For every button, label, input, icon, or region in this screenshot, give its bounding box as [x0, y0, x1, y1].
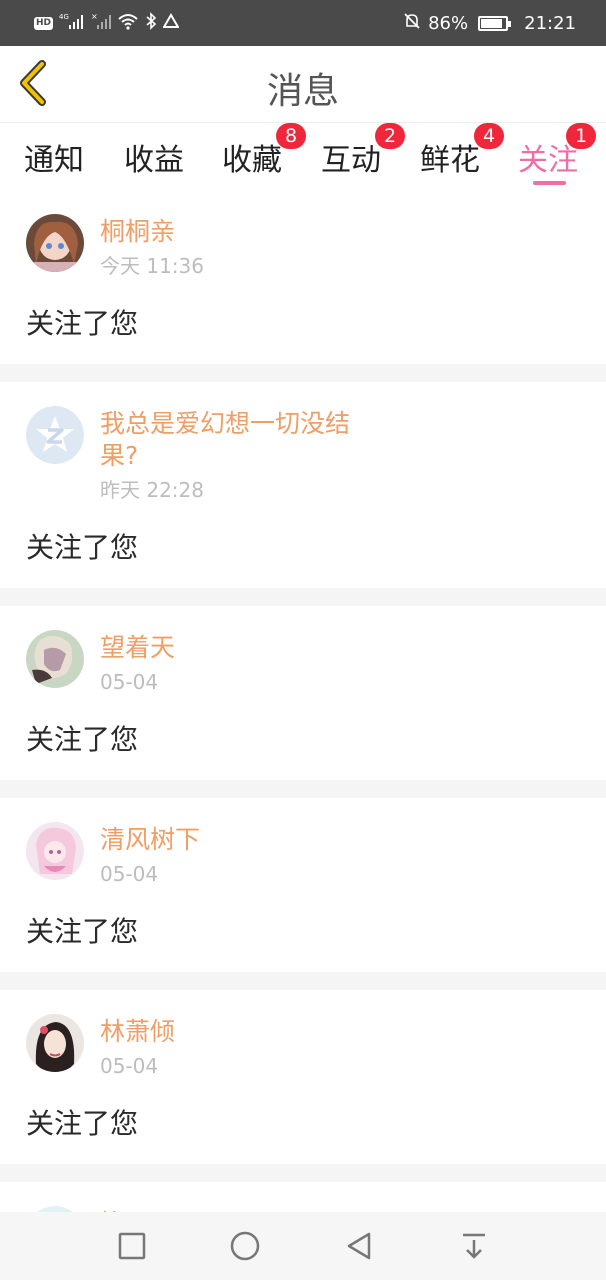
- avatar[interactable]: [26, 214, 84, 272]
- navigation-triangle-icon: [162, 13, 180, 33]
- avatar[interactable]: [26, 630, 84, 688]
- battery-fill: [481, 18, 502, 28]
- status-left: HD 4G ×: [34, 12, 180, 34]
- active-tab-indicator: [533, 181, 566, 185]
- tab-bar: 通知 收益 收藏 8 互动 2 鲜花 4 关注 1: [0, 122, 606, 190]
- timestamp: 05-04: [100, 862, 159, 886]
- list-item[interactable]: 林萧倾 05-04 关注了您: [0, 990, 606, 1164]
- tab-badge: 4: [474, 123, 504, 149]
- list-item[interactable]: 望着天 05-04 关注了您: [0, 606, 606, 780]
- system-nav-bar: [0, 1212, 606, 1280]
- username[interactable]: 清风树下: [100, 824, 200, 856]
- message-text: 关注了您: [26, 723, 139, 756]
- tab-label: 收益: [124, 143, 184, 178]
- tab-label: 通知: [24, 143, 84, 178]
- list-item[interactable]: 桐桐亲 今天 11:36 关注了您: [0, 190, 606, 364]
- tab-badge: 2: [375, 123, 405, 149]
- timestamp: 05-04: [100, 670, 159, 694]
- system-back-button[interactable]: [343, 1230, 375, 1262]
- mute-icon: [402, 11, 422, 36]
- message-text: 关注了您: [26, 531, 139, 564]
- tab-badge: 8: [276, 123, 306, 149]
- message-text: 关注了您: [26, 1107, 139, 1140]
- bluetooth-icon: [145, 12, 157, 34]
- svg-text:×: ×: [91, 12, 98, 21]
- message-text: 关注了您: [26, 915, 139, 948]
- status-bar: HD 4G × 86% 21:21: [0, 0, 606, 46]
- username[interactable]: 我总是爱幻想一切没结果?: [100, 408, 380, 472]
- clock: 21:21: [524, 12, 576, 34]
- notification-pull-button[interactable]: [458, 1230, 490, 1262]
- divider: [0, 972, 606, 990]
- home-button[interactable]: [229, 1230, 261, 1262]
- tab-follows[interactable]: 关注 1: [518, 123, 596, 179]
- tab-flowers[interactable]: 鲜花 4: [420, 123, 504, 179]
- cellular-signal-icon: 4G: [59, 12, 85, 34]
- recent-apps-button[interactable]: [116, 1230, 148, 1262]
- list-item[interactable]: 柳: [0, 1182, 606, 1212]
- tab-label: 关注: [518, 143, 578, 178]
- divider: [0, 1164, 606, 1182]
- tab-label: 互动: [321, 143, 381, 178]
- avatar[interactable]: [26, 1014, 84, 1072]
- avatar[interactable]: [26, 406, 84, 464]
- wifi-icon: [117, 12, 139, 34]
- hd-badge: HD: [34, 16, 54, 30]
- list-item[interactable]: 我总是爱幻想一切没结果? 昨天 22:28 关注了您: [0, 382, 606, 588]
- header: 消息: [0, 46, 606, 122]
- timestamp: 今天 11:36: [100, 254, 204, 278]
- tab-interactions[interactable]: 互动 2: [321, 123, 405, 179]
- svg-text:4G: 4G: [59, 13, 69, 21]
- battery-percent: 86%: [428, 12, 469, 34]
- tab-earnings[interactable]: 收益: [124, 135, 184, 179]
- cellular-signal-2-icon: ×: [91, 12, 112, 34]
- timestamp: 昨天 22:28: [100, 478, 204, 502]
- message-text: 关注了您: [26, 307, 139, 340]
- page-title: 消息: [266, 71, 339, 112]
- username[interactable]: 桐桐亲: [100, 216, 204, 248]
- avatar[interactable]: [26, 822, 84, 880]
- divider: [0, 780, 606, 798]
- recent-apps-icon: [118, 1232, 146, 1260]
- battery-icon: [478, 15, 512, 31]
- notification-pull-icon: [463, 1233, 485, 1259]
- tab-notifications[interactable]: 通知: [24, 135, 84, 179]
- username[interactable]: 林萧倾: [100, 1016, 175, 1048]
- tab-label: 收藏: [222, 143, 282, 178]
- divider: [0, 364, 606, 382]
- tab-label: 鲜花: [420, 143, 480, 178]
- status-right: 86% 21:21: [402, 11, 576, 35]
- tab-favorites[interactable]: 收藏 8: [222, 123, 306, 179]
- username[interactable]: 望着天: [100, 632, 175, 664]
- follow-message-list[interactable]: 桐桐亲 今天 11:36 关注了您 我总是爱幻想一切没结果? 昨天 22:28 …: [0, 190, 606, 1212]
- tab-badge: 1: [566, 123, 596, 149]
- divider: [0, 588, 606, 606]
- list-item[interactable]: 清风树下 05-04 关注了您: [0, 798, 606, 972]
- home-icon: [230, 1231, 260, 1261]
- timestamp: 05-04: [100, 1054, 159, 1078]
- back-icon: [347, 1232, 371, 1260]
